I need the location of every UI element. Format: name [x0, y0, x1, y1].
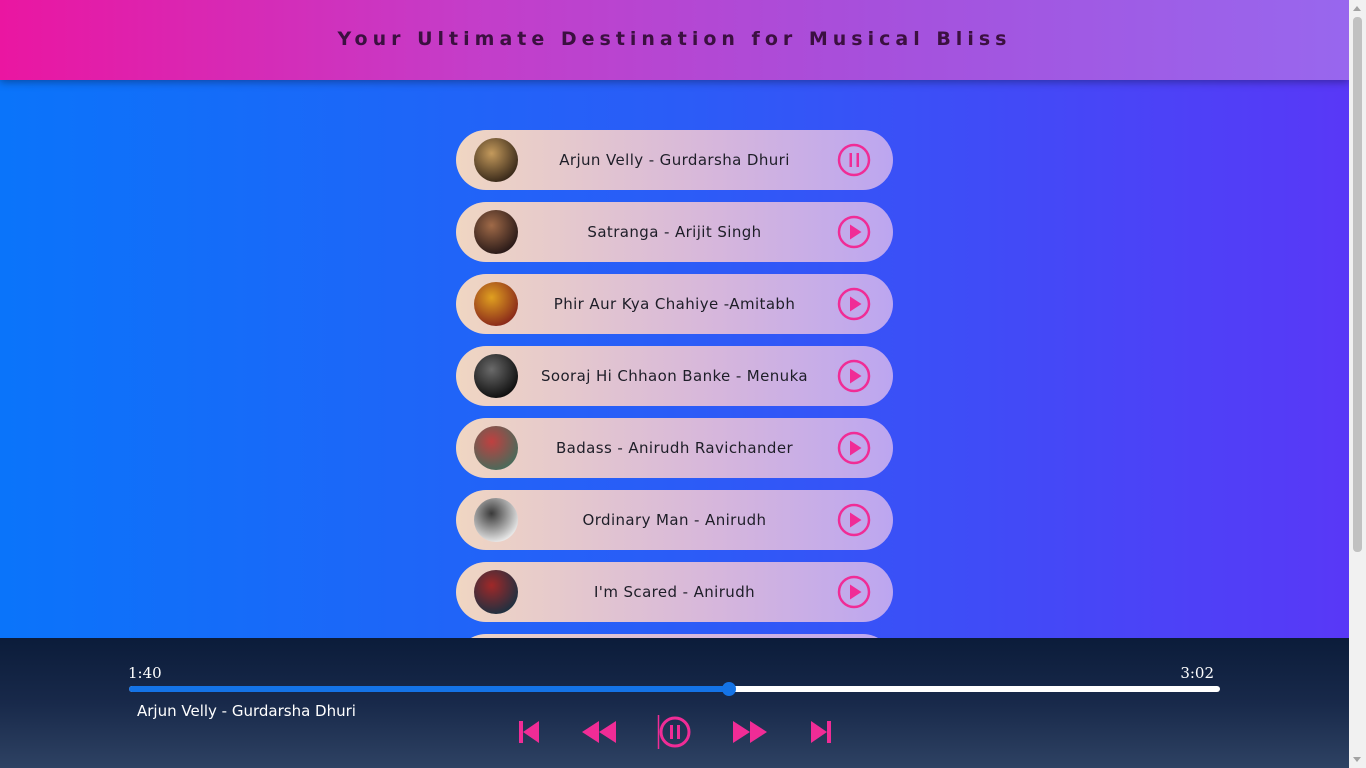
song-title: Badass - Anirudh Ravichander	[555, 439, 794, 457]
skip-previous-icon	[519, 721, 539, 743]
page-scrollbar[interactable]	[1349, 0, 1366, 768]
song-item[interactable]: Arjun Velly - Gurdarsha Dhuri	[456, 130, 893, 190]
scroll-down-icon[interactable]	[1353, 757, 1361, 762]
song-title: Satranga - Arijit Singh	[587, 223, 762, 241]
album-cover	[474, 426, 518, 470]
progress-fill	[129, 686, 730, 692]
progress-thumb[interactable]	[722, 682, 737, 696]
song-title: Ordinary Man - Anirudh	[582, 511, 767, 529]
song-title: Sooraj Hi Chhaon Banke - Menuka	[540, 367, 809, 385]
skip-next-button[interactable]	[809, 714, 833, 750]
scroll-up-icon[interactable]	[1353, 6, 1361, 11]
song-play-button[interactable]	[837, 287, 871, 321]
song-item[interactable]: Sooraj Hi Chhaon Banke - Menuka	[456, 346, 893, 406]
song-item[interactable]: Ordinary Man - Anirudh	[456, 490, 893, 550]
album-cover	[474, 570, 518, 614]
rewind-button[interactable]	[581, 714, 617, 750]
song-item[interactable]: I'm Scared - Anirudh	[456, 562, 893, 622]
song-play-button[interactable]	[837, 575, 871, 609]
album-cover	[474, 354, 518, 398]
current-time: 1:40	[128, 664, 162, 682]
album-cover	[474, 138, 518, 182]
song-play-button[interactable]	[837, 359, 871, 393]
pause-icon	[657, 715, 691, 749]
song-title: Phir Aur Kya Chahiye -Amitabh	[553, 295, 796, 313]
song-play-button[interactable]	[837, 215, 871, 249]
fast-forward-icon	[733, 721, 767, 743]
album-cover	[474, 282, 518, 326]
play-pause-button[interactable]	[657, 714, 691, 750]
song-pause-button[interactable]	[837, 143, 871, 177]
play-icon	[837, 503, 871, 537]
song-item[interactable]: Satranga - Arijit Singh	[456, 202, 893, 262]
progress-bar[interactable]	[129, 682, 1220, 696]
total-time: 3:02	[1180, 664, 1214, 682]
scroll-thumb[interactable]	[1353, 17, 1362, 552]
play-icon	[837, 287, 871, 321]
song-item[interactable]: Badass - Anirudh Ravichander	[456, 418, 893, 478]
song-item[interactable]: Phir Aur Kya Chahiye -Amitabh	[456, 274, 893, 334]
player-bar: 1:40 3:02 Arjun Velly - Gurdarsha Dhuri	[0, 638, 1349, 768]
play-icon	[837, 431, 871, 465]
play-icon	[837, 359, 871, 393]
song-play-button[interactable]	[837, 503, 871, 537]
play-icon	[837, 575, 871, 609]
header: Your Ultimate Destination for Musical Bl…	[0, 0, 1349, 80]
play-icon	[837, 215, 871, 249]
rewind-icon	[582, 721, 616, 743]
fast-forward-button[interactable]	[732, 714, 768, 750]
song-title: I'm Scared - Anirudh	[593, 583, 756, 601]
page-title: Your Ultimate Destination for Musical Bl…	[337, 28, 1012, 50]
album-cover	[474, 498, 518, 542]
skip-previous-button[interactable]	[517, 714, 541, 750]
song-play-button[interactable]	[837, 431, 871, 465]
playback-controls	[0, 714, 1349, 750]
playlist: Arjun Velly - Gurdarsha Dhuri Satranga - …	[456, 130, 893, 706]
pause-icon	[837, 143, 871, 177]
skip-next-icon	[811, 721, 831, 743]
song-title: Arjun Velly - Gurdarsha Dhuri	[559, 151, 790, 169]
album-cover	[474, 210, 518, 254]
